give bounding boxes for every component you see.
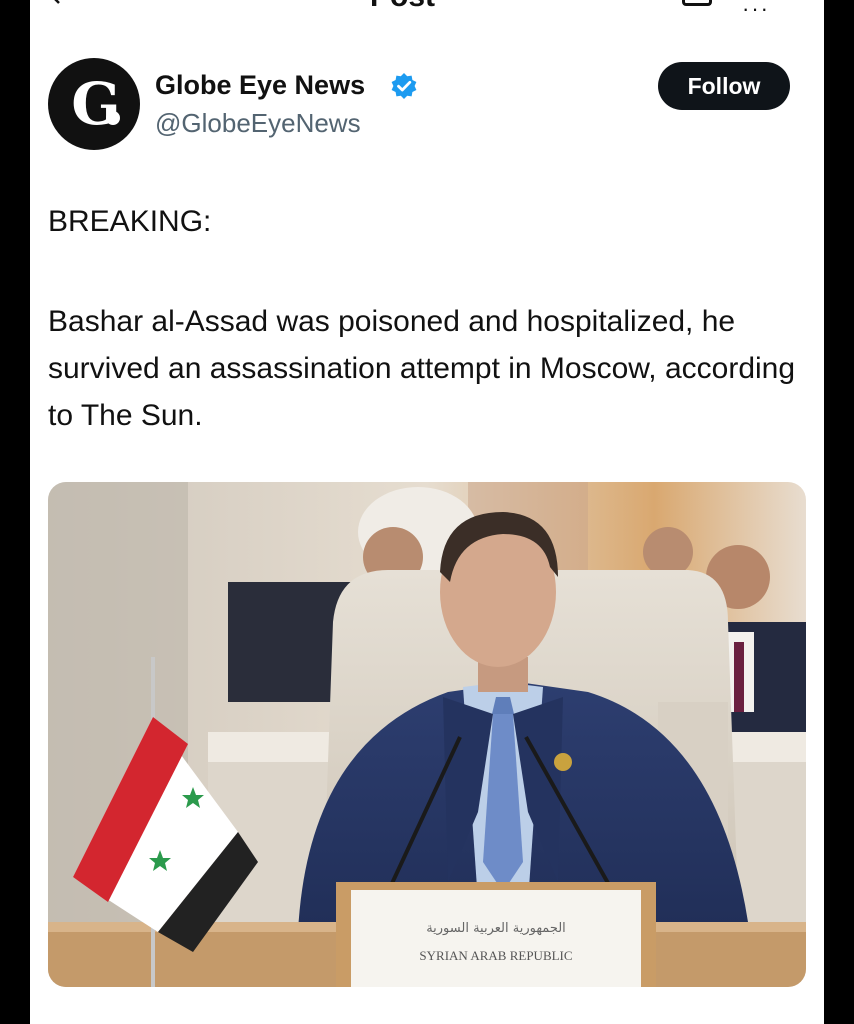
handle[interactable]: @GlobeEyeNews	[155, 108, 361, 139]
placard-english: SYRIAN ARAB REPUBLIC	[419, 948, 572, 963]
post-photo-illustration: الجمهورية العربية السورية SYRIAN ARAB RE…	[48, 482, 806, 987]
placard-arabic: الجمهورية العربية السورية	[426, 921, 566, 936]
verified-badge-icon	[391, 73, 417, 99]
display-name[interactable]: Globe Eye News	[155, 70, 365, 101]
post-image[interactable]: الجمهورية العربية السورية SYRIAN ARAB RE…	[48, 482, 806, 987]
page-title: Post	[370, 0, 435, 14]
more-icon[interactable]: ···	[742, 0, 770, 22]
post-card: Post ··· G Globe Eye News @GlobeEyeNews …	[30, 0, 824, 1024]
avatar-logo: G	[71, 70, 121, 138]
follow-button[interactable]: Follow	[658, 62, 790, 110]
avatar[interactable]: G	[48, 58, 140, 150]
avatar-logo-dot	[106, 111, 120, 125]
post-heading: BREAKING:	[48, 205, 212, 238]
back-arrow-icon[interactable]	[52, 0, 68, 6]
top-bar: Post ···	[30, 0, 824, 21]
post-text: Bashar al-Assad was poisoned and hospita…	[48, 305, 796, 432]
share-icon[interactable]	[682, 0, 712, 6]
